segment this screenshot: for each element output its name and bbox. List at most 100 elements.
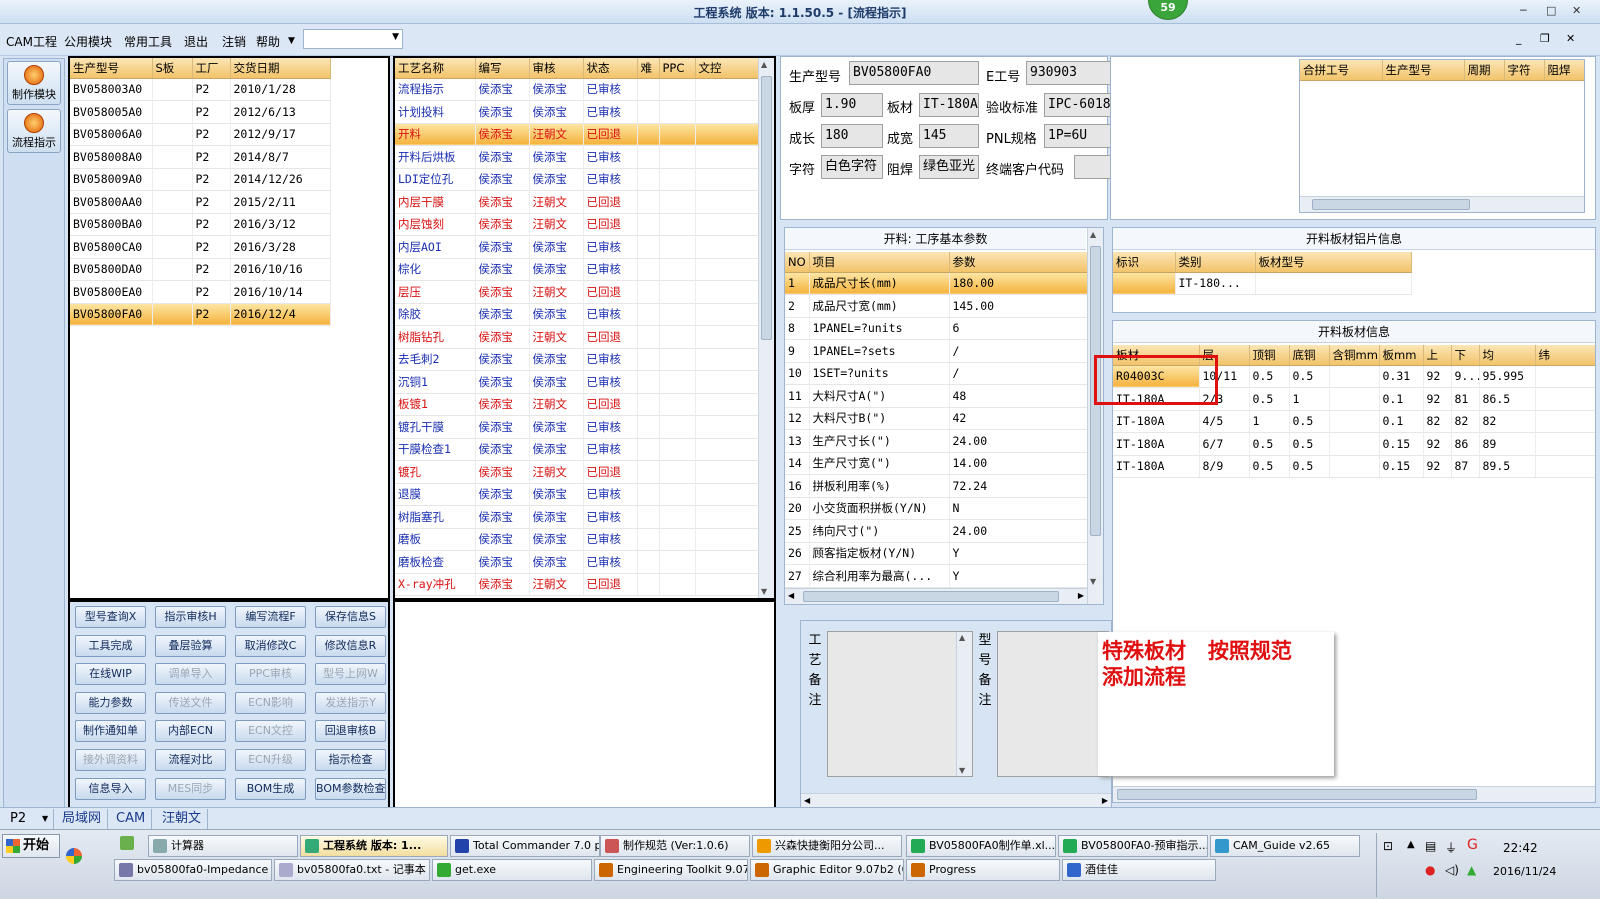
table-row[interactable]: IT-180A 4/5 1 0.5 0.1 82 82 82 xyxy=(1113,410,1595,433)
table-row[interactable]: BV058006A0 P2 2012/9/17 xyxy=(70,123,331,146)
menu-exit[interactable]: 退出 xyxy=(184,33,208,50)
mdi-minimize-icon[interactable]: _ xyxy=(1516,32,1522,45)
table-row[interactable]: 1 成品尺寸长(mm) 180.00 xyxy=(785,272,1087,295)
table-row[interactable]: 12 大料尺寸B(") 42 xyxy=(785,407,1087,430)
taskbar-window-button[interactable]: 工程系统 版本: 1... xyxy=(300,835,448,857)
table-row[interactable]: 内层干膜 侯添宝 汪朝文 已回退 xyxy=(395,190,759,214)
sheet-col-header[interactable]: 板材型号 xyxy=(1255,252,1412,273)
taskbar-window-button[interactable]: CAM_Guide v2.65 xyxy=(1210,835,1360,857)
params-col-header[interactable]: NO xyxy=(785,252,810,273)
scroll-up-icon[interactable]: ▲ xyxy=(959,633,965,642)
char-field[interactable]: 白色字符 xyxy=(821,155,883,179)
merge-col-header[interactable]: 生产型号 xyxy=(1382,60,1465,81)
menu-combo[interactable]: ▼ xyxy=(303,29,403,49)
function-button[interactable]: 内部ECN xyxy=(155,720,226,743)
length-field[interactable]: 180 xyxy=(821,124,883,148)
scroll-thumb[interactable] xyxy=(761,76,772,340)
table-row[interactable]: 内层蚀刻 侯添宝 汪朝文 已回退 xyxy=(395,213,759,236)
process-col-header[interactable]: 审核 xyxy=(529,58,584,79)
scroll-left-icon[interactable]: ◀ xyxy=(804,796,810,805)
sheet-col-header[interactable]: 标识 xyxy=(1113,252,1176,273)
params-col-header[interactable]: 参数 xyxy=(949,252,1087,273)
board-col-header[interactable]: 顶铜 xyxy=(1249,345,1290,366)
scroll-right-icon[interactable]: ▶ xyxy=(1078,591,1084,600)
table-row[interactable]: 树脂钻孔 侯添宝 汪朝文 已回退 xyxy=(395,325,759,349)
scroll-up-icon[interactable]: ▲ xyxy=(761,60,767,69)
clipboard-icon[interactable]: ▤ xyxy=(1425,839,1436,853)
remark-scrollbar[interactable]: ▲ ▼ xyxy=(956,632,972,776)
board-col-header[interactable]: 含铜mm xyxy=(1329,345,1380,366)
table-row[interactable]: 干膜检查1 侯添宝 侯添宝 已审核 xyxy=(395,438,759,461)
function-button[interactable]: 制作通知单 xyxy=(75,720,146,743)
table-row[interactable]: 27 综合利用率为最高(... Y xyxy=(785,564,1087,588)
scroll-left-icon[interactable]: ◀ xyxy=(788,591,794,600)
menu-cam[interactable]: CAM工程 xyxy=(6,33,57,50)
table-row[interactable]: 流程指示 侯添宝 侯添宝 已审核 xyxy=(395,78,759,101)
table-row[interactable]: 11 大料尺寸A(") 48 xyxy=(785,384,1087,408)
scroll-down-icon[interactable]: ▼ xyxy=(959,766,965,775)
table-row[interactable]: BV05800DA0 P2 2016/10/16 xyxy=(70,258,331,281)
table-row[interactable]: 14 生产尺寸宽(") 14.00 xyxy=(785,452,1087,475)
start-button[interactable]: 开始 xyxy=(2,834,60,858)
process-col-header[interactable]: 难 xyxy=(637,58,660,79)
table-row[interactable]: BV05800CA0 P2 2016/3/28 xyxy=(70,235,331,259)
table-row[interactable]: 沉铜1 侯添宝 侯添宝 已审核 xyxy=(395,370,759,394)
function-button[interactable]: 叠层验算 xyxy=(155,634,226,657)
chart-icon[interactable]: ▲ xyxy=(1467,863,1476,877)
scroll-down-icon[interactable]: ▼ xyxy=(1090,577,1096,586)
function-button[interactable]: 指示审核H xyxy=(155,606,226,628)
function-button[interactable]: 型号查询X xyxy=(75,606,146,628)
board-col-header[interactable]: 均 xyxy=(1479,345,1536,366)
table-row[interactable]: 20 小交货面积拼板(Y/N) N xyxy=(785,497,1087,520)
menu-common[interactable]: 公用模块 xyxy=(64,33,112,50)
table-row[interactable]: 8 1PANEL=?units 6 xyxy=(785,317,1087,340)
taskbar-window-button[interactable]: Engineering Toolkit 9.07... xyxy=(594,859,748,881)
table-row[interactable]: 内层AOI 侯添宝 侯添宝 已审核 xyxy=(395,235,759,259)
table-row[interactable]: BV05800AA0 P2 2015/2/11 xyxy=(70,190,331,214)
table-row[interactable]: BV05800EA0 P2 2016/10/14 xyxy=(70,280,331,304)
table-row[interactable]: 16 拼板利用率(%) 72.24 xyxy=(785,474,1087,498)
table-row[interactable]: 25 纬向尺寸(") 24.00 xyxy=(785,519,1087,543)
table-row[interactable]: BV05800FA0 P2 2016/12/4 xyxy=(70,303,331,326)
table-row[interactable]: IT-180... xyxy=(1113,272,1412,295)
volume-icon[interactable]: ◁) xyxy=(1445,863,1459,877)
merge-col-header[interactable]: 字符 xyxy=(1504,60,1545,81)
board-hscroll-thumb[interactable] xyxy=(1117,789,1477,800)
table-row[interactable]: 9 1PANEL=?sets / xyxy=(785,339,1087,363)
function-button[interactable]: 修改信息R xyxy=(315,634,386,657)
sheet-col-header[interactable]: 类别 xyxy=(1175,252,1256,273)
taskbar-window-button[interactable]: Graphic Editor 9.07b2 (0... xyxy=(750,859,904,881)
table-row[interactable]: 除胶 侯添宝 侯添宝 已审核 xyxy=(395,303,759,326)
network-icon[interactable]: ⊡ xyxy=(1383,839,1393,853)
table-row[interactable]: BV058008A0 P2 2014/8/7 xyxy=(70,145,331,169)
table-row[interactable]: 层压 侯添宝 汪朝文 已回退 xyxy=(395,280,759,304)
mask-field[interactable]: 绿色亚光 xyxy=(919,155,979,179)
function-button[interactable]: 在线WIP xyxy=(75,663,146,686)
function-button[interactable]: 能力参数 xyxy=(75,691,146,714)
taskbar-window-button[interactable]: BV05800FA0-预审指示... xyxy=(1058,835,1208,857)
nav-flow[interactable]: 流程指示 xyxy=(7,109,61,153)
taskbar-window-button[interactable]: 酒佳佳 xyxy=(1062,859,1216,881)
table-row[interactable]: BV058005A0 P2 2012/6/13 xyxy=(70,100,331,124)
taskbar-window-button[interactable]: get.exe xyxy=(432,859,592,881)
table-row[interactable]: 26 顾客指定板材(Y/N) Y xyxy=(785,542,1087,565)
process-col-header[interactable]: 文控 xyxy=(695,58,759,79)
g-icon[interactable]: G xyxy=(1467,837,1478,853)
thickness-field[interactable]: 1.90 xyxy=(821,93,883,117)
mdi-close-icon[interactable]: ✕ xyxy=(1566,32,1575,45)
chevron-down-icon[interactable]: ▼ xyxy=(288,36,295,46)
table-row[interactable]: LDI定位孔 侯添宝 侯添宝 已审核 xyxy=(395,168,759,191)
function-button[interactable]: 工具完成 xyxy=(75,634,146,657)
merge-col-header[interactable]: 周期 xyxy=(1464,60,1505,81)
taskbar-window-button[interactable]: 计算器 xyxy=(148,835,298,857)
taskbar-window-button[interactable]: bv05800fa0.txt - 记事本 xyxy=(274,859,430,881)
plug-icon[interactable]: ⏚ xyxy=(1445,839,1457,856)
board-col-header[interactable]: 纬 xyxy=(1535,345,1595,366)
quicklaunch-app-icon[interactable] xyxy=(120,836,134,850)
menu-tools[interactable]: 常用工具 xyxy=(124,33,172,50)
table-row[interactable]: 计划投料 侯添宝 侯添宝 已审核 xyxy=(395,100,759,124)
table-row[interactable]: 开料后烘板 侯添宝 侯添宝 已审核 xyxy=(395,145,759,169)
table-row[interactable]: X-ray冲孔 侯添宝 汪朝文 已回退 xyxy=(395,573,759,596)
chevron-down-icon[interactable]: ▼ xyxy=(42,814,48,823)
table-row[interactable]: 镀孔 侯添宝 汪朝文 已回退 xyxy=(395,460,759,484)
